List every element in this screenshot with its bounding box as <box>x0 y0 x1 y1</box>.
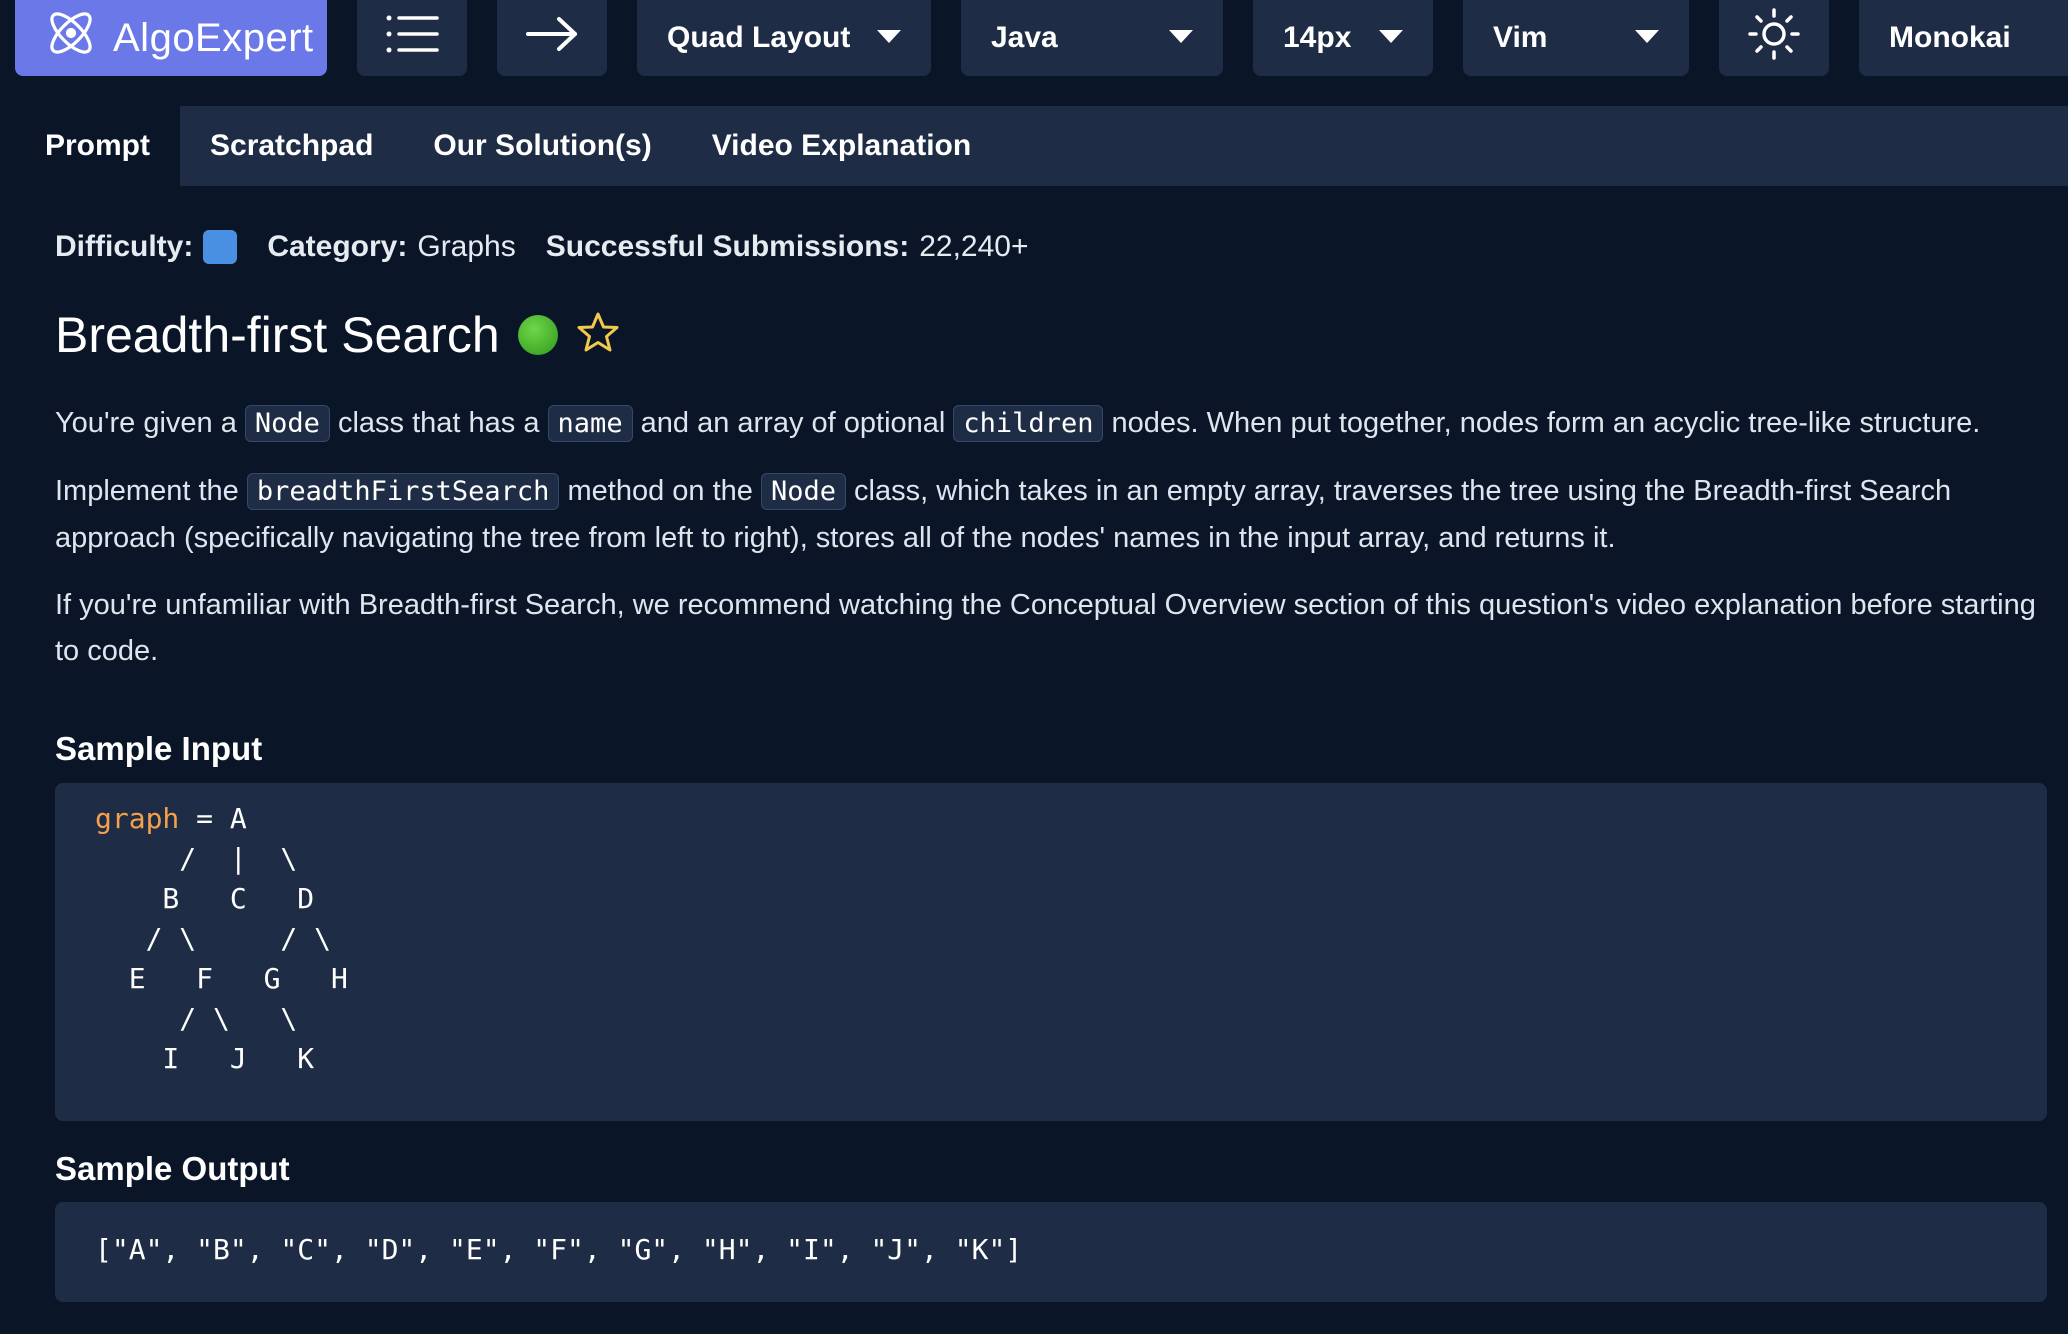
keybinding-dropdown-label: Vim <box>1493 21 1548 54</box>
tab-label: Our Solution(s) <box>433 129 652 162</box>
code-variable: graph <box>95 802 180 835</box>
star-icon[interactable] <box>576 311 620 360</box>
tab-label: Video Explanation <box>711 129 972 162</box>
tab-label: Scratchpad <box>210 129 374 162</box>
prompt-text: nodes. When put together, nodes form an … <box>1103 407 1981 439</box>
theme-toggle-button[interactable] <box>1719 0 1829 76</box>
prompt-paragraph-2: Implement the breadthFirstSearch method … <box>55 468 2045 561</box>
question-title-row: Breadth-first Search <box>55 306 620 364</box>
language-dropdown[interactable]: Java <box>961 0 1223 76</box>
chevron-down-icon <box>1169 30 1193 43</box>
difficulty-indicator <box>203 230 238 264</box>
sample-output-heading: Sample Output <box>55 1150 290 1187</box>
sample-output-code: ["A", "B", "C", "D", "E", "F", "G", "H",… <box>55 1202 2047 1302</box>
chevron-down-icon <box>1379 30 1403 43</box>
font-size-dropdown-label: 14px <box>1283 21 1352 54</box>
theme-dropdown-label: Monokai <box>1889 21 2011 54</box>
top-toolbar: AlgoExpert Quad Layout Java 14px Vim Mon… <box>0 0 2068 76</box>
question-title: Breadth-first Search <box>55 307 500 363</box>
menu-list-icon <box>385 14 439 62</box>
chevron-down-icon <box>877 30 901 43</box>
logo-label: AlgoExpert <box>113 15 314 60</box>
atom-logo-icon <box>43 5 99 71</box>
sample-input-pre: graph = A / | \ B C D / \ / \ E F G H / … <box>95 799 2047 1079</box>
question-tabs: Prompt Scratchpad Our Solution(s) Video … <box>15 106 2068 186</box>
sun-icon <box>1748 8 1800 68</box>
next-question-button[interactable] <box>497 0 607 76</box>
menu-button[interactable] <box>357 0 467 76</box>
submissions-label: Successful Submissions: <box>545 230 910 263</box>
category-label: Category: <box>267 230 408 263</box>
prompt-text: method on the <box>559 475 761 507</box>
difficulty-label: Difficulty: <box>55 230 194 263</box>
completion-status-icon <box>517 315 558 355</box>
prompt-text: Implement the <box>55 475 247 507</box>
sample-input-heading: Sample Input <box>55 730 263 767</box>
inline-code: children <box>953 405 1104 442</box>
chevron-down-icon <box>1635 30 1659 43</box>
layout-dropdown-label: Quad Layout <box>667 21 851 54</box>
tab-prompt[interactable]: Prompt <box>15 106 180 186</box>
prompt-text: You're given a <box>55 407 245 439</box>
tab-label: Prompt <box>45 129 150 162</box>
arrow-right-icon <box>525 16 579 60</box>
layout-dropdown[interactable]: Quad Layout <box>637 0 931 76</box>
prompt-paragraph-3: If you're unfamiliar with Breadth-first … <box>55 589 2036 667</box>
inline-code: name <box>547 405 633 442</box>
question-meta: Difficulty: Category: Graphs Successful … <box>55 230 1028 264</box>
prompt-text: class that has a <box>329 407 548 439</box>
inline-code: breadthFirstSearch <box>246 473 560 510</box>
inline-code: Node <box>760 473 846 510</box>
code-tree: = A / | \ B C D / \ / \ E F G H / \ \ I … <box>128 802 348 1075</box>
sample-output-text: ["A", "B", "C", "D", "E", "F", "G", "H",… <box>95 1233 1023 1266</box>
theme-dropdown[interactable]: Monokai <box>1859 0 2068 76</box>
sample-input-code: graph = A / | \ B C D / \ / \ E F G H / … <box>55 783 2047 1121</box>
category-value: Graphs <box>417 230 516 263</box>
tab-scratchpad[interactable]: Scratchpad <box>180 106 403 186</box>
keybinding-dropdown[interactable]: Vim <box>1463 0 1689 76</box>
prompt-text: and an array of optional <box>632 407 954 439</box>
submissions-value: 22,240+ <box>919 230 1029 263</box>
font-size-dropdown[interactable]: 14px <box>1253 0 1433 76</box>
tab-our-solutions[interactable]: Our Solution(s) <box>403 106 681 186</box>
algoexpert-logo-button[interactable]: AlgoExpert <box>15 0 327 76</box>
language-dropdown-label: Java <box>991 21 1058 54</box>
prompt-paragraph-1: You're given a Node class that has a nam… <box>55 400 2045 447</box>
inline-code: Node <box>244 405 330 442</box>
tab-video-explanation[interactable]: Video Explanation <box>682 106 1002 186</box>
